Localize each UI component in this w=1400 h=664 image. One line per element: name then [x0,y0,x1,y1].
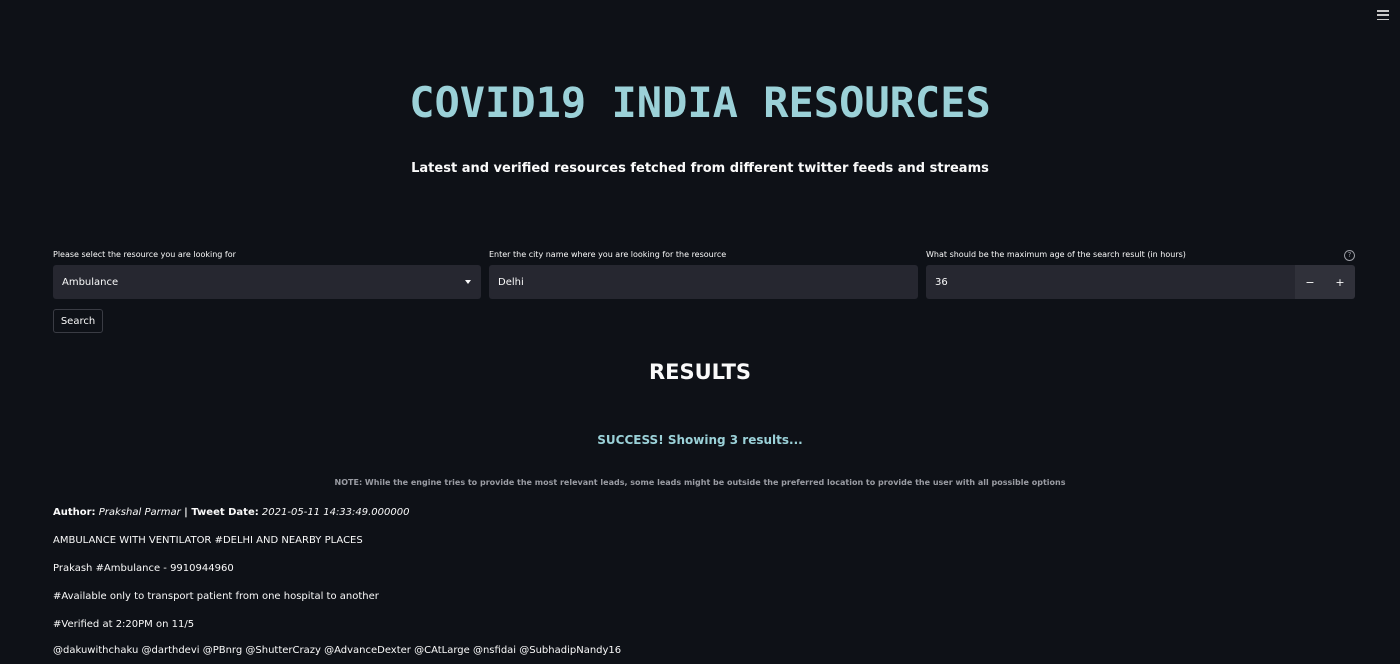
result-line: #Available only to transport patient fro… [53,591,379,602]
age-input-value: 36 [935,276,948,288]
result-mentions: @dakuwithchaku @darthdevi @PBnrg @Shutte… [53,645,622,656]
hamburger-menu-icon[interactable] [1376,8,1390,22]
increment-button[interactable]: + [1325,265,1355,299]
result-line: AMBULANCE WITH VENTILATOR #DELHI AND NEA… [53,535,363,546]
results-heading: RESULTS [648,360,752,384]
author-name: Prakshal Parmar [98,507,181,518]
date-label: Tweet Date: [191,507,259,518]
resource-select[interactable]: Ambulance [53,265,481,299]
age-input-label: What should be the maximum age of the se… [926,250,1186,259]
search-button[interactable]: Search [53,309,103,333]
resource-select-label: Please select the resource you are looki… [53,250,236,259]
age-number-input[interactable]: 36 [926,265,1295,299]
city-input[interactable]: Delhi [489,265,918,299]
note-text: NOTE: While the engine tries to provide … [334,478,1066,487]
author-label: Author: [53,507,96,518]
tweet-date: 2021-05-11 14:33:49.000000 [261,507,410,518]
success-message: SUCCESS! Showing 3 results... [597,433,803,447]
result-line: #Verified at 2:20PM on 11/5 [53,619,195,630]
page-subtitle: Latest and verified resources fetched fr… [411,161,989,176]
result-meta: Author: Prakshal Parmar | Tweet Date: 20… [53,507,409,518]
result-line: Prakash #Ambulance - 9910944960 [53,563,234,574]
decrement-button[interactable]: − [1295,265,1325,299]
help-icon[interactable]: ? [1344,250,1355,261]
city-input-value: Delhi [498,276,524,288]
page-title: COVID19 INDIA RESOURCES [409,78,991,127]
resource-select-value: Ambulance [62,276,119,288]
meta-separator: | [180,507,192,518]
city-input-label: Enter the city name where you are lookin… [489,250,727,259]
chevron-down-icon [465,280,471,284]
